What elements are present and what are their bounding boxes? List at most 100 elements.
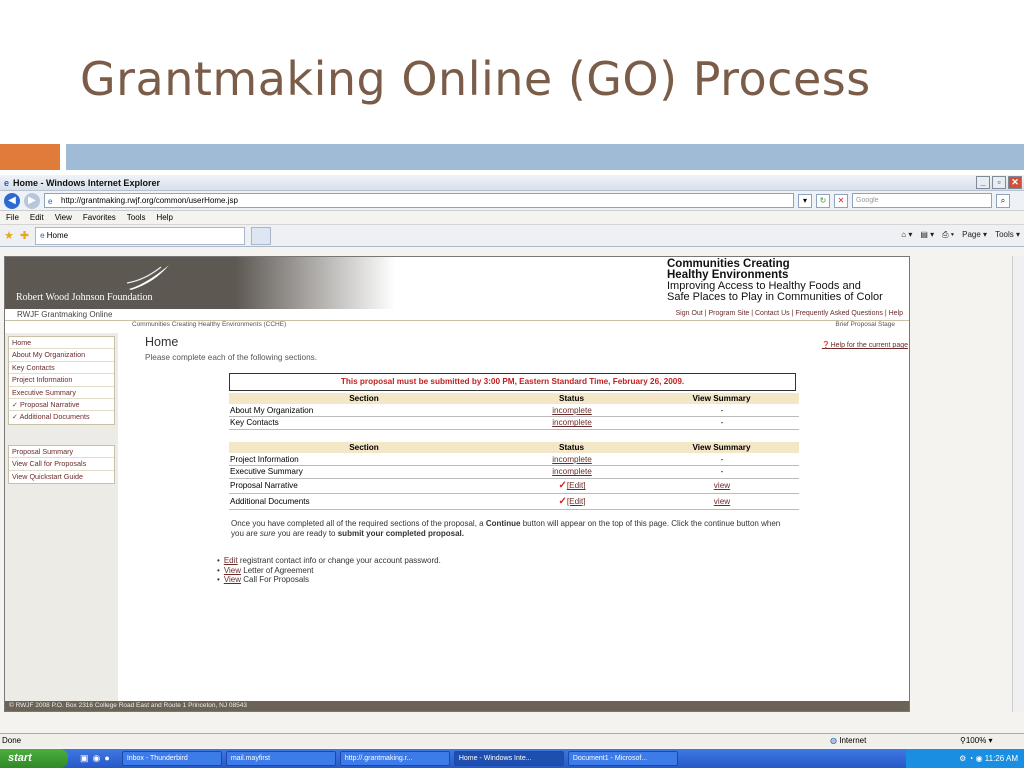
page-icon: e: [48, 197, 53, 206]
window-titlebar: e Home - Windows Internet Explorer _ ▫ ✕: [0, 175, 1024, 191]
task-thunderbird[interactable]: Inbox - Thunderbird: [121, 751, 222, 766]
accent-bar-blue: [66, 144, 1024, 170]
feeds-icon[interactable]: ▤ ▾: [920, 230, 934, 240]
list-item: View Call For Proposals: [224, 575, 441, 585]
help-link[interactable]: ❓Help for the current page: [822, 341, 908, 349]
address-row: ◀ ▶ e http://grantmaking.rwjf.org/common/…: [0, 191, 1024, 211]
view-link[interactable]: view: [714, 481, 730, 490]
quick-launch: ▣ ◉ ●: [80, 753, 110, 764]
refresh-icon[interactable]: ↻: [816, 193, 830, 208]
menu-edit[interactable]: Edit: [30, 213, 44, 222]
address-dropdown-icon[interactable]: ▾: [798, 193, 812, 208]
section-name: Additional Documents: [229, 493, 499, 510]
back-button[interactable]: ◀: [4, 192, 20, 209]
summary-value: -: [644, 465, 799, 479]
col-summary: View Summary: [644, 393, 799, 404]
sidebar: Home About My Organization Key Contacts …: [5, 333, 118, 701]
rwjf-logo-icon: [126, 265, 169, 290]
status-link[interactable]: incomplete: [552, 455, 592, 464]
accent-bar-orange: [0, 144, 60, 170]
forward-button[interactable]: ▶: [24, 192, 40, 209]
search-input[interactable]: Google: [852, 193, 992, 208]
menu-view[interactable]: View: [55, 213, 72, 222]
foundation-name: Robert Wood Johnson Foundation: [16, 292, 153, 303]
firefox-icon[interactable]: ●: [104, 753, 109, 764]
close-button[interactable]: ✕: [1008, 176, 1022, 189]
stop-icon[interactable]: ✕: [834, 193, 848, 208]
view-link[interactable]: view: [714, 497, 730, 506]
sidebar-item-quickstart[interactable]: View Quickstart Guide: [9, 471, 114, 483]
view-agreement-link[interactable]: View: [224, 566, 241, 575]
zoom-control[interactable]: ⚲100% ▾: [960, 734, 993, 747]
tray-icons[interactable]: ⚙ ◔ ◉: [959, 754, 985, 763]
minimize-button[interactable]: _: [976, 176, 990, 189]
favorites-star-icon[interactable]: ★: [4, 229, 14, 242]
table-row: Proposal Narrative ✓[Edit] view: [229, 478, 799, 494]
sidebar-item-additional-docs[interactable]: ✓ Additional Documents: [9, 411, 114, 423]
system-tray: ⚙ ◔ ◉ 11:26 AM: [906, 749, 1024, 768]
window-title: Home - Windows Internet Explorer: [13, 177, 160, 188]
sidebar-item-home[interactable]: Home: [9, 337, 114, 350]
edit-link[interactable]: [Edit]: [567, 481, 586, 490]
edit-contact-link[interactable]: Edit: [224, 556, 238, 565]
taskbar: start ▣ ◉ ● Inbox - Thunderbird mail.may…: [0, 749, 1024, 768]
new-tab-button[interactable]: [251, 226, 272, 245]
site-footer: © RWJF 2008 P.O. Box 2316 College Road E…: [5, 701, 909, 711]
stage-label: Brief Proposal Stage: [835, 321, 895, 328]
sidebar-item-key-contacts[interactable]: Key Contacts: [9, 362, 114, 375]
menu-tools[interactable]: Tools: [127, 213, 146, 222]
add-favorite-icon[interactable]: ✚: [20, 229, 29, 242]
top-links[interactable]: Sign Out | Program Site | Contact Us | F…: [676, 310, 904, 317]
sidebar-item-project-info[interactable]: Project Information: [9, 374, 114, 387]
sidebar-item-about-org[interactable]: About My Organization: [9, 349, 114, 362]
start-button[interactable]: start: [0, 749, 68, 768]
task-home-ie[interactable]: Home - Windows Inte...: [453, 751, 564, 766]
help-link-text: Help for the current page: [830, 342, 908, 349]
sidebar-item-exec-summary[interactable]: Executive Summary: [9, 387, 114, 399]
desktop-icon[interactable]: ▣: [80, 753, 89, 764]
task-document[interactable]: Document1 - Microsof...: [567, 751, 678, 766]
status-link[interactable]: incomplete: [552, 418, 592, 427]
globe-icon: ◍: [830, 736, 837, 745]
program-sub-2: Safe Places to Play in Communities of Co…: [667, 291, 883, 303]
table-row: Project Information incomplete -: [229, 453, 799, 466]
tab-label: Home: [46, 230, 69, 240]
summary-value: -: [644, 404, 799, 417]
restore-button[interactable]: ▫: [992, 176, 1006, 189]
status-link[interactable]: incomplete: [552, 467, 592, 476]
section-name: About My Organization: [229, 404, 499, 417]
menu-help[interactable]: Help: [156, 213, 172, 222]
col-section: Section: [229, 393, 499, 404]
browser-quick-icon[interactable]: ◉: [93, 753, 101, 764]
menu-file[interactable]: File: [6, 213, 19, 222]
vertical-scrollbar[interactable]: [1012, 256, 1024, 712]
home-icon[interactable]: ⌂ ▾: [901, 230, 912, 240]
intro-text: Please complete each of the following se…: [145, 353, 318, 362]
tools-menu[interactable]: Tools ▾: [995, 230, 1020, 240]
search-icon[interactable]: ⌕: [996, 193, 1010, 208]
status-link[interactable]: incomplete: [552, 406, 592, 415]
section-name: Executive Summary: [229, 465, 499, 479]
sidebar-item-narrative[interactable]: ✓ Proposal Narrative: [9, 399, 114, 412]
sidebar-secondary: Proposal Summary View Call for Proposals…: [8, 444, 115, 484]
main-content: Home ❓Help for the current page Please c…: [145, 335, 910, 584]
view-cfp-link[interactable]: View: [224, 575, 241, 584]
breadcrumb-program: Communities Creating Healthy Environment…: [132, 321, 287, 328]
task-mail[interactable]: mail.mayfirst: [225, 751, 336, 766]
address-bar[interactable]: e http://grantmaking.rwjf.org/common/user…: [44, 193, 794, 208]
print-icon[interactable]: ⎙ ▾: [942, 230, 954, 240]
page-menu[interactable]: Page ▾: [962, 230, 987, 240]
sidebar-item-proposal-summary[interactable]: Proposal Summary: [9, 446, 114, 459]
page-heading: Home: [145, 335, 179, 349]
sidebar-item-call-for-proposals[interactable]: View Call for Proposals: [9, 458, 114, 471]
menu-favorites[interactable]: Favorites: [83, 213, 116, 222]
task-grantmaking[interactable]: http://.grantmaking.r...: [339, 751, 450, 766]
tab-home[interactable]: e Home: [35, 226, 246, 245]
continue-note: Once you have completed all of the requi…: [231, 519, 791, 539]
edit-link[interactable]: [Edit]: [567, 497, 586, 506]
sections-table-2: Section Status View Summary Project Inform…: [229, 442, 799, 510]
list-item-text: Letter of Agreement: [241, 565, 314, 575]
col-status: Status: [499, 442, 644, 453]
list-item-text: registrant contact info or change your a…: [237, 556, 441, 565]
summary-value: -: [644, 453, 799, 466]
